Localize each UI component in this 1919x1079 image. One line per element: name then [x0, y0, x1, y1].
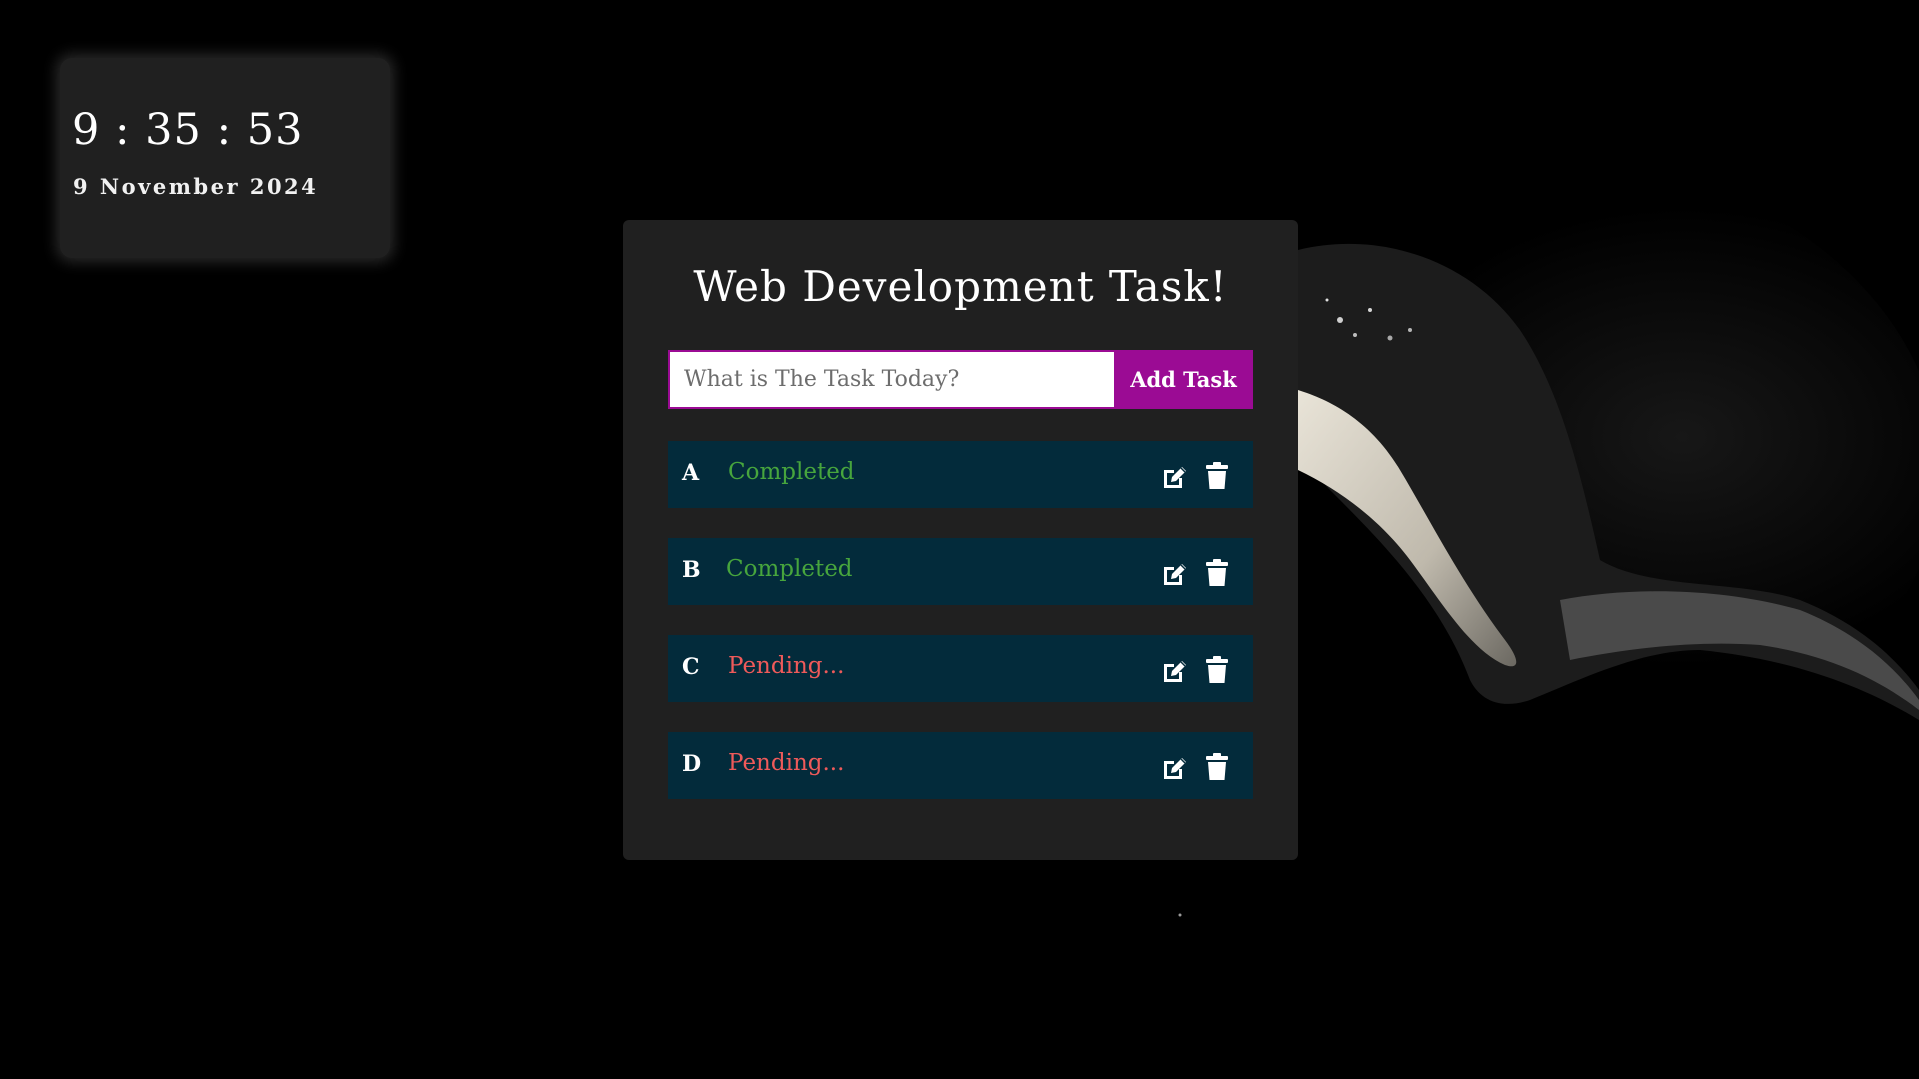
trash-icon[interactable] [1206, 656, 1228, 684]
trash-icon[interactable] [1206, 753, 1228, 781]
trash-icon[interactable] [1206, 462, 1228, 490]
app-screen: 9 : 35 : 53 9 November 2024 Web Developm… [0, 0, 1919, 1079]
task-item: D Pending... [668, 732, 1253, 799]
task-input[interactable] [668, 350, 1114, 409]
task-name: D [682, 751, 702, 777]
task-status[interactable]: Pending... [728, 750, 844, 776]
task-status[interactable]: Pending... [728, 653, 844, 679]
task-name: C [682, 654, 700, 680]
task-item: A Completed [668, 441, 1253, 508]
page-title: Web Development Task! [693, 262, 1228, 311]
task-status[interactable]: Completed [726, 556, 853, 582]
trash-icon[interactable] [1206, 559, 1228, 587]
task-name: B [682, 557, 701, 583]
task-item: C Pending... [668, 635, 1253, 702]
task-status[interactable]: Completed [728, 459, 855, 485]
add-task-button[interactable]: Add Task [1114, 350, 1253, 409]
edit-icon[interactable] [1161, 560, 1189, 588]
edit-icon[interactable] [1161, 463, 1189, 491]
clock-date: 9 November 2024 [73, 174, 319, 199]
todo-panel: Web Development Task! Add Task A Complet… [623, 220, 1298, 860]
task-name: A [682, 460, 700, 486]
clock-time: 9 : 35 : 53 [72, 105, 304, 155]
edit-icon[interactable] [1161, 657, 1189, 685]
task-item: B Completed [668, 538, 1253, 605]
edit-icon[interactable] [1161, 754, 1189, 782]
clock-widget [60, 58, 390, 258]
task-list: A Completed B Completed C Pending... D P… [668, 441, 1253, 829]
